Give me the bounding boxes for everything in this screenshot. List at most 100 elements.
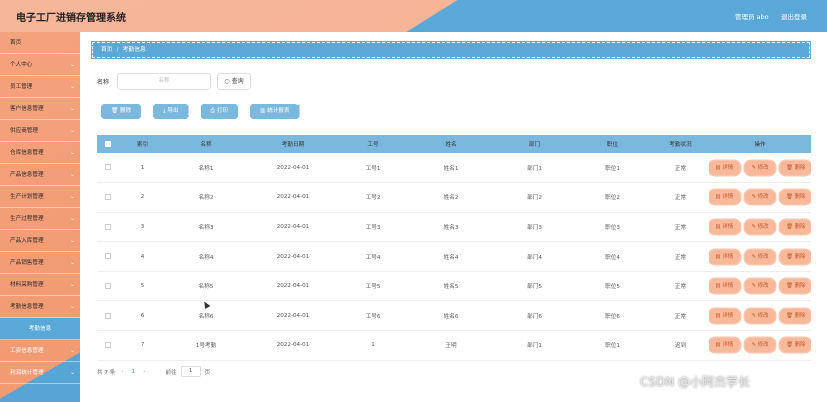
cell-date: 2022-04-01	[276, 253, 310, 260]
sidebar-item-14[interactable]: 工资信息管理 ⌄	[0, 340, 80, 362]
detail-button[interactable]: ▤ 详情	[709, 249, 740, 264]
attendance-table: 索引 名称 考勤日期 工号 姓名 部门 职位 考勤状况 操作 1 名称1 2022-…	[97, 135, 811, 361]
sidebar-item-9[interactable]: 产品入库管理 ⌄	[0, 230, 80, 252]
next-page-icon[interactable]: ›	[143, 369, 145, 375]
col-header-position: 职位	[606, 142, 619, 148]
cell-employee-id: 工号5	[365, 284, 381, 291]
sidebar-item-6[interactable]: 产品信息管理 ⌄	[0, 164, 80, 186]
detail-button-label: 详情	[722, 312, 734, 319]
sidebar-item-10[interactable]: 产品销售管理 ⌄	[0, 252, 80, 274]
row-delete-button[interactable]: 🗑 删除	[780, 308, 811, 323]
edit-button[interactable]: ✎ 修改	[744, 219, 776, 234]
sidebar-item-7[interactable]: 生产计划管理 ⌄	[0, 186, 80, 208]
row-checkbox[interactable]	[105, 312, 111, 319]
chevron-down-icon: ⌄	[69, 105, 75, 112]
sidebar-item-label: 工资信息管理	[10, 348, 44, 354]
current-user: 管理员 abo	[735, 13, 769, 21]
breadcrumb-home[interactable]: 首页	[101, 47, 113, 53]
col-header-index: 索引	[136, 142, 149, 148]
row-delete-button[interactable]: 🗑 删除	[780, 249, 811, 264]
row-delete-button[interactable]: 🗑 删除	[780, 219, 811, 234]
edit-button[interactable]: ✎ 修改	[744, 338, 776, 353]
row-delete-button[interactable]: 🗑 删除	[780, 190, 811, 205]
row-delete-button[interactable]: 🗑 删除	[780, 160, 811, 175]
row-checkbox[interactable]	[105, 194, 111, 201]
cell-name: 名称3	[198, 224, 214, 231]
sidebar-item-12[interactable]: 考勤信息管理 ⌄	[0, 296, 80, 318]
col-header-date: 考勤日期	[281, 142, 305, 148]
goto-label: 前往	[165, 369, 177, 376]
cell-position: 职位6	[605, 313, 620, 320]
logout-link[interactable]: 退出登录	[781, 11, 807, 21]
detail-button[interactable]: ▤ 详情	[709, 219, 740, 234]
current-page[interactable]: 1	[132, 369, 136, 375]
detail-button[interactable]: ▤ 详情	[709, 160, 740, 175]
row-checkbox-cell	[97, 331, 119, 361]
col-header-actions: 操作	[754, 142, 766, 148]
sidebar-item-13[interactable]: 考勤信息	[0, 318, 80, 340]
sidebar-item-5[interactable]: 仓库信息管理 ⌄	[0, 142, 80, 164]
edit-button-label: 修改	[757, 253, 769, 260]
cell-employee-id: 工号3	[365, 224, 381, 231]
print-button-label: 打印	[216, 108, 229, 114]
cell-index: 5	[140, 283, 145, 290]
pagination-total: 共 7 条	[97, 369, 116, 376]
query-button[interactable]: ○ 查询	[217, 72, 252, 90]
sidebar-item-8[interactable]: 生产过程管理 ⌄	[0, 208, 80, 230]
sidebar-item-label: 员工管理	[10, 84, 33, 90]
sidebar-item-3[interactable]: 客户信息管理 ⌄	[0, 98, 80, 120]
table-header-row: 索引 名称 考勤日期 工号 姓名 部门 职位 考勤状况 操作	[97, 135, 811, 153]
edit-button[interactable]: ✎ 修改	[744, 190, 776, 205]
detail-button[interactable]: ▤ 详情	[709, 190, 740, 205]
detail-button[interactable]: ▤ 详情	[709, 279, 740, 294]
row-checkbox[interactable]	[105, 282, 111, 289]
prev-page-icon[interactable]: ‹	[121, 369, 123, 375]
print-button[interactable]: ⎙ 打印	[200, 104, 239, 119]
detail-button[interactable]: ▤ 详情	[709, 338, 740, 353]
delete-button[interactable]: 🗑 删除	[101, 104, 142, 119]
chevron-down-icon: ⌄	[69, 281, 75, 288]
cell-position: 职位5	[605, 284, 620, 291]
sidebar-item-label: 首页	[10, 40, 22, 46]
cell-employee-name: 姓名4	[443, 254, 459, 261]
sidebar-item-15[interactable]: 利润统计管理 ⌄	[0, 362, 80, 384]
cell-index: 7	[140, 342, 145, 349]
cell-name: 名称2	[198, 195, 214, 202]
cell-position: 职位1	[605, 165, 620, 172]
cell-employee-id: 工号4	[365, 254, 381, 261]
cell-employee-id: 工号2	[365, 195, 381, 202]
sidebar-item-4[interactable]: 供应商管理 ⌄	[0, 120, 80, 142]
edit-button[interactable]: ✎ 修改	[744, 249, 776, 264]
cell-status: 正常	[674, 254, 687, 261]
cell-employee-name: 王明	[445, 343, 457, 350]
table-row: 3 名称3 2022-04-01 工号3 姓名3 部门3 职位3 正常 ▤ 详情 ✎ 修改 🗑 删除	[97, 212, 811, 242]
edit-button[interactable]: ✎ 修改	[744, 308, 776, 323]
search-icon: ○	[224, 77, 232, 85]
row-checkbox[interactable]	[105, 253, 111, 260]
row-checkbox[interactable]	[105, 342, 111, 349]
row-delete-button[interactable]: 🗑 删除	[780, 279, 811, 294]
cell-name: 名称4	[198, 254, 214, 261]
search-label: 名称	[97, 78, 110, 86]
edit-button[interactable]: ✎ 修改	[744, 279, 776, 294]
stats-report-button[interactable]: ▥ 统计报表	[250, 104, 300, 119]
row-checkbox[interactable]	[105, 164, 111, 171]
detail-button[interactable]: ▤ 详情	[709, 308, 740, 323]
sidebar-item-2[interactable]: 员工管理 ⌄	[0, 76, 80, 98]
goto-page-input[interactable]: 1	[180, 366, 201, 377]
search-input[interactable]: 名称	[117, 72, 212, 90]
export-button[interactable]: ⤓ 导出	[153, 104, 189, 119]
sidebar-item-1[interactable]: 个人中心 ⌄	[0, 54, 80, 76]
edit-button[interactable]: ✎ 修改	[744, 160, 776, 175]
cell-status: 正常	[674, 224, 687, 231]
row-delete-button[interactable]: 🗑 删除	[780, 338, 811, 353]
sidebar: 首页 个人中心 ⌄ 员工管理 ⌄ 客户信息管理 ⌄ 供应商管理 ⌄ 仓库信息管理 ⌄ 产品信息管理 ⌄ 生…	[0, 32, 80, 402]
sidebar-item-label: 产品信息管理	[10, 172, 44, 178]
sidebar-item-11[interactable]: 材料采购管理 ⌄	[0, 274, 80, 296]
select-all-checkbox[interactable]	[105, 140, 111, 147]
toolbar: 🗑 删除 ⤓ 导出 ⎙ 打印 ▥ 统计报表	[101, 104, 312, 119]
page-unit-label: 页	[204, 369, 211, 376]
row-checkbox[interactable]	[105, 223, 111, 230]
row-actions: ▤ 详情 ✎ 修改 🗑 删除	[709, 160, 811, 175]
sidebar-item-0[interactable]: 首页	[0, 32, 80, 54]
